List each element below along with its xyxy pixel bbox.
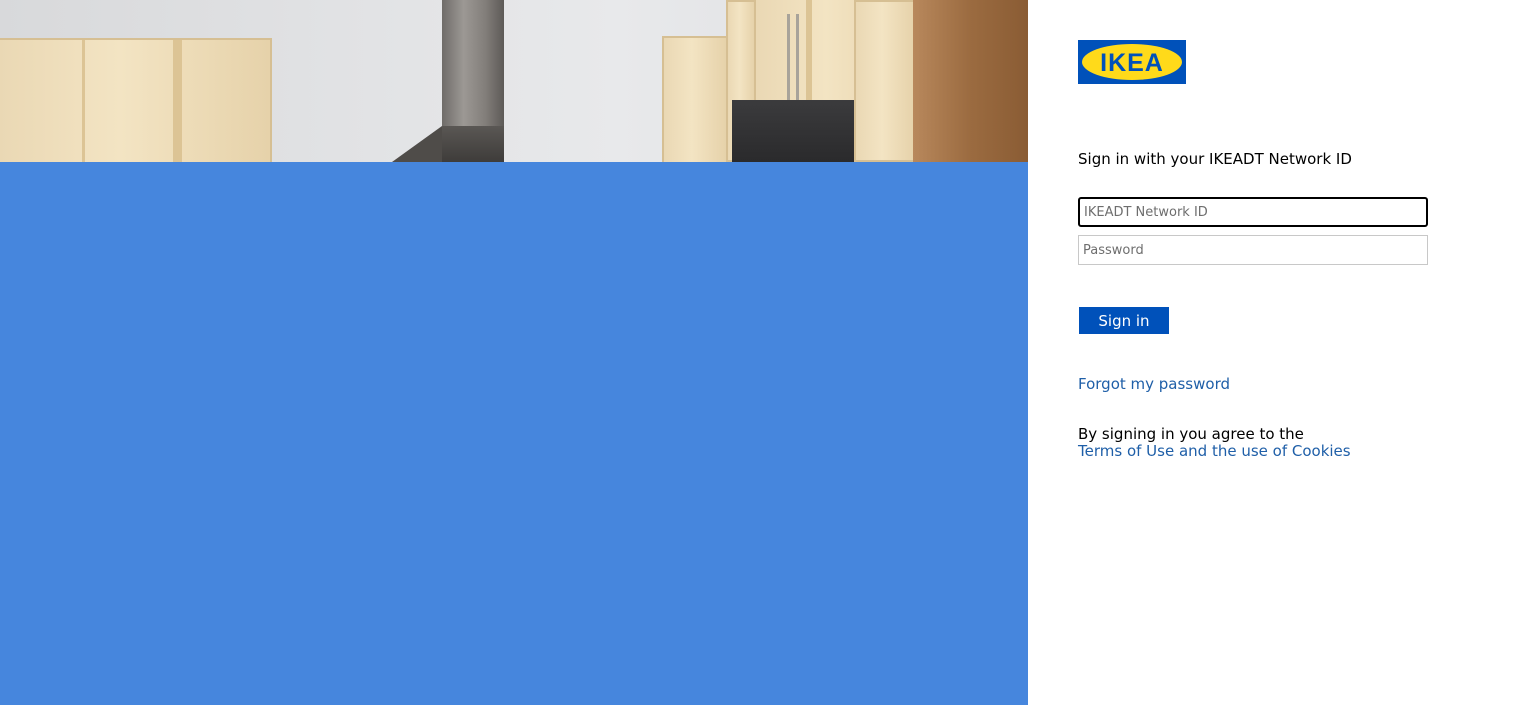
signin-button[interactable]: Sign in	[1079, 307, 1169, 334]
logo-text: IKEA	[1100, 49, 1164, 77]
forgot-password-link[interactable]: Forgot my password	[1078, 375, 1230, 393]
illustration-panel	[0, 0, 1028, 705]
tall-wood-cabinet	[913, 0, 1028, 162]
ikea-logo: IKEA	[1078, 40, 1186, 84]
cabinet-right-column	[854, 0, 916, 162]
cabinet-left	[0, 38, 272, 162]
login-page: IKEA Sign in with your IKEADT Network ID…	[0, 0, 1528, 705]
ikea-logo-mark: IKEA	[1078, 40, 1186, 84]
terms-link[interactable]: Terms of Use and the use of Cookies	[1078, 443, 1351, 460]
oven	[732, 100, 856, 162]
network-id-input[interactable]	[1078, 197, 1428, 227]
signin-title: Sign in with your IKEADT Network ID	[1078, 150, 1352, 168]
signin-panel: IKEA Sign in with your IKEADT Network ID…	[1028, 0, 1528, 705]
agreement-notice: By signing in you agree to the Terms of …	[1078, 426, 1351, 460]
cabinet-right-corner	[662, 36, 728, 162]
range-hood	[442, 0, 504, 126]
kitchen-photo	[0, 0, 1028, 162]
password-input[interactable]	[1078, 235, 1428, 265]
agreement-text: By signing in you agree to the	[1078, 425, 1304, 443]
